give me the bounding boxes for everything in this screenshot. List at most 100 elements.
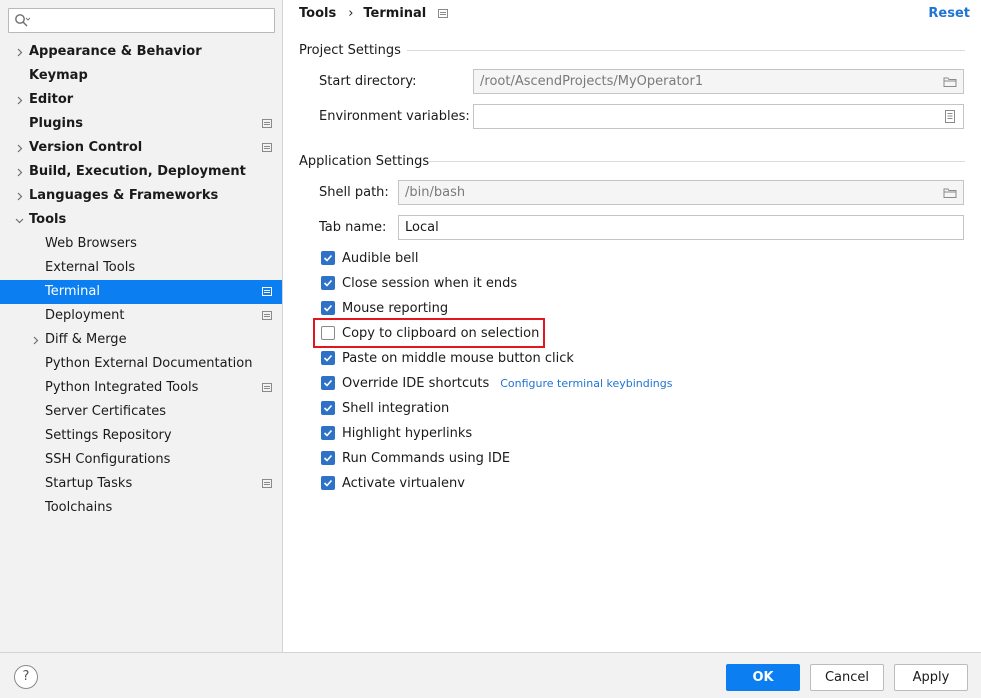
sidebar-item-version-control[interactable]: Version Control — [0, 136, 282, 160]
sidebar-item-startup-tasks[interactable]: Startup Tasks — [0, 472, 282, 496]
reset-link[interactable]: Reset — [928, 6, 970, 21]
tab-name-field[interactable]: Local — [398, 215, 964, 240]
chevron-right-icon[interactable] — [29, 328, 41, 352]
sidebar-item-label: Build, Execution, Deployment — [29, 164, 246, 179]
tab-name-value: Local — [405, 220, 439, 235]
sidebar-item-label: Web Browsers — [45, 236, 137, 251]
folder-icon[interactable] — [943, 186, 957, 199]
sidebar-item-server-certificates[interactable]: Server Certificates — [0, 400, 282, 424]
shell-path-field[interactable]: /bin/bash — [398, 180, 964, 205]
cancel-button[interactable]: Cancel — [810, 664, 884, 691]
sidebar-item-web-browsers[interactable]: Web Browsers — [0, 232, 282, 256]
sidebar-item-external-tools[interactable]: External Tools — [0, 256, 282, 280]
checkbox-label: Shell integration — [342, 400, 450, 416]
chevron-right-icon[interactable] — [13, 184, 25, 208]
sidebar-item-label: Terminal — [45, 284, 100, 299]
checkmark-icon — [323, 279, 333, 287]
checkmark-icon — [323, 454, 333, 462]
sidebar-item-label: Startup Tasks — [45, 476, 133, 491]
checkbox-override-ide-shortcuts[interactable] — [321, 376, 335, 390]
breadcrumb: Tools › Terminal — [299, 6, 449, 21]
checkbox-highlight-hyperlinks[interactable] — [321, 426, 335, 440]
checkbox-row-activate-virtualenv[interactable]: Activate virtualenv — [321, 473, 465, 493]
sidebar-item-python-external-documentation[interactable]: Python External Documentation — [0, 352, 282, 376]
checkbox-row-close-session-when-it-ends[interactable]: Close session when it ends — [321, 273, 517, 293]
checkbox-paste-on-middle-mouse-button-click[interactable] — [321, 351, 335, 365]
sidebar-item-python-integrated-tools[interactable]: Python Integrated Tools — [0, 376, 282, 400]
checkbox-shell-integration[interactable] — [321, 401, 335, 415]
chevron-down-icon[interactable] — [13, 208, 25, 232]
folder-icon[interactable] — [943, 75, 957, 88]
start-directory-value: /root/AscendProjects/MyOperator1 — [480, 74, 704, 89]
breadcrumb-current: Terminal — [363, 6, 427, 21]
chevron-right-icon[interactable] — [13, 136, 25, 160]
sidebar-item-terminal[interactable]: Terminal — [0, 280, 282, 304]
checkmark-icon — [323, 429, 333, 437]
sidebar-item-ssh-configurations[interactable]: SSH Configurations — [0, 448, 282, 472]
checkbox-run-commands-using-ide[interactable] — [321, 451, 335, 465]
sidebar-item-plugins[interactable]: Plugins — [0, 112, 282, 136]
project-level-icon — [438, 9, 449, 18]
sidebar-item-diff-merge[interactable]: Diff & Merge — [0, 328, 282, 352]
highlight-annotation — [313, 318, 545, 348]
shell-path-value: /bin/bash — [405, 185, 466, 200]
sidebar-item-appearance-behavior[interactable]: Appearance & Behavior — [0, 40, 282, 64]
chevron-right-icon[interactable] — [13, 160, 25, 184]
sidebar-item-label: Deployment — [45, 308, 125, 323]
checkbox-label: Audible bell — [342, 250, 419, 266]
sidebar-item-label: Toolchains — [45, 500, 113, 515]
section-divider — [429, 161, 965, 162]
breadcrumb-parent: Tools — [299, 6, 337, 21]
apply-button[interactable]: Apply — [894, 664, 968, 691]
settings-search-input[interactable] — [8, 8, 275, 33]
application-settings-title: Application Settings — [299, 154, 430, 169]
sidebar-item-deployment[interactable]: Deployment — [0, 304, 282, 328]
start-directory-field[interactable]: /root/AscendProjects/MyOperator1 — [473, 69, 964, 94]
tab-name-label: Tab name: — [319, 220, 387, 235]
checkmark-icon — [323, 379, 333, 387]
checkbox-row-run-commands-using-ide[interactable]: Run Commands using IDE — [321, 448, 510, 468]
checkbox-row-shell-integration[interactable]: Shell integration — [321, 398, 449, 418]
sidebar-item-label: SSH Configurations — [45, 452, 171, 467]
sidebar-item-settings-repository[interactable]: Settings Repository — [0, 424, 282, 448]
sidebar-item-label: External Tools — [45, 260, 136, 275]
document-icon[interactable] — [943, 110, 957, 123]
checkmark-icon — [323, 304, 333, 312]
sidebar-item-editor[interactable]: Editor — [0, 88, 282, 112]
sidebar-item-label: Diff & Merge — [45, 332, 127, 347]
sidebar-item-languages-frameworks[interactable]: Languages & Frameworks — [0, 184, 282, 208]
start-directory-label: Start directory: — [319, 74, 417, 89]
chevron-right-icon[interactable] — [13, 40, 25, 64]
sidebar-item-label: Python Integrated Tools — [45, 380, 199, 395]
project-level-icon — [262, 311, 272, 320]
sidebar-item-keymap[interactable]: Keymap — [0, 64, 282, 88]
checkbox-audible-bell[interactable] — [321, 251, 335, 265]
checkbox-row-audible-bell[interactable]: Audible bell — [321, 248, 418, 268]
sidebar-item-build-execution-deployment[interactable]: Build, Execution, Deployment — [0, 160, 282, 184]
sidebar-item-tools[interactable]: Tools — [0, 208, 282, 232]
checkbox-label: Close session when it ends — [342, 275, 518, 291]
checkbox-row-paste-on-middle-mouse-button-click[interactable]: Paste on middle mouse button click — [321, 348, 574, 368]
env-vars-field[interactable] — [473, 104, 964, 129]
configure-keybindings-link[interactable]: Configure terminal keybindings — [500, 377, 672, 390]
ok-button[interactable]: OK — [726, 664, 800, 691]
checkmark-icon — [323, 354, 333, 362]
checkbox-row-override-ide-shortcuts[interactable]: Override IDE shortcuts Configure terminal… — [321, 373, 672, 393]
checkbox-label: Run Commands using IDE — [342, 450, 511, 466]
section-divider — [407, 50, 965, 51]
checkbox-close-session-when-it-ends[interactable] — [321, 276, 335, 290]
dialog-footer: ? OK Cancel Apply — [0, 652, 981, 698]
checkbox-label: Paste on middle mouse button click — [342, 350, 574, 366]
checkbox-mouse-reporting[interactable] — [321, 301, 335, 315]
checkbox-row-highlight-hyperlinks[interactable]: Highlight hyperlinks — [321, 423, 472, 443]
project-level-icon — [262, 383, 272, 392]
checkbox-row-mouse-reporting[interactable]: Mouse reporting — [321, 298, 448, 318]
project-level-icon — [262, 119, 272, 128]
chevron-right-icon[interactable] — [13, 88, 25, 112]
sidebar-item-toolchains[interactable]: Toolchains — [0, 496, 282, 520]
checkbox-activate-virtualenv[interactable] — [321, 476, 335, 490]
help-button[interactable]: ? — [14, 665, 38, 689]
search-icon — [15, 14, 30, 27]
sidebar-item-label: Version Control — [29, 140, 143, 155]
sidebar-item-label: Tools — [29, 212, 67, 227]
